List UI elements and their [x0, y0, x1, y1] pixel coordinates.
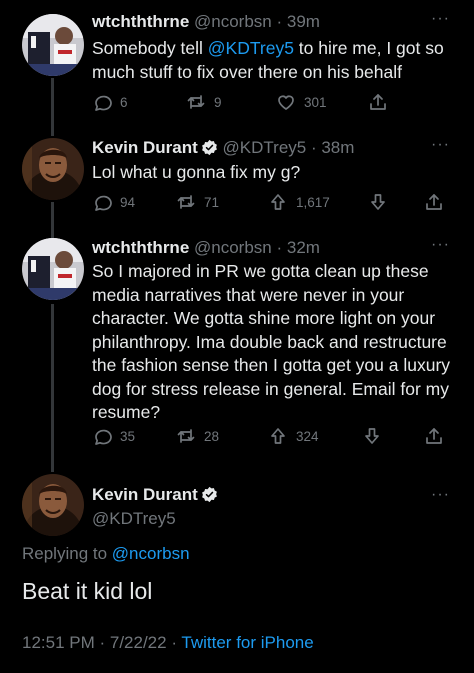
- display-name[interactable]: Kevin Durant: [92, 485, 198, 504]
- tweet-text: Lol what u gonna fix my g?: [92, 162, 301, 182]
- verified-icon: [201, 139, 218, 156]
- avatar-image: [22, 14, 84, 76]
- tweet-text: So I majored in PR we gotta clean up the…: [92, 261, 451, 422]
- like-icon: [278, 95, 294, 110]
- source-link[interactable]: Twitter for iPhone: [181, 633, 313, 652]
- replying-prefix: Replying to: [22, 544, 112, 563]
- retweet-count: 71: [204, 194, 220, 210]
- tweet-actions: 35 28 324: [92, 424, 464, 448]
- retweet-count: 28: [204, 428, 220, 444]
- retweet-button[interactable]: 9: [186, 90, 222, 114]
- thread-line: [51, 78, 54, 136]
- reply-count: 94: [120, 194, 136, 210]
- retweet-icon: [187, 95, 205, 109]
- reply-button[interactable]: 35: [92, 424, 135, 448]
- avatar[interactable]: [22, 474, 84, 536]
- upvote-icon: [271, 428, 285, 444]
- avatar-image: [22, 138, 84, 200]
- downvote-icon: [365, 428, 379, 444]
- share-icon: [426, 194, 442, 210]
- reply-icon: [95, 429, 112, 445]
- tweet-actions: 6 9 301: [92, 90, 464, 114]
- tweet-2[interactable]: Kevin Durant @KDTrey5 · 38m ··· Lol what…: [0, 136, 474, 240]
- upvote-icon: [271, 194, 285, 210]
- timestamp[interactable]: 38m: [321, 138, 354, 157]
- retweet-icon: [177, 429, 195, 443]
- more-icon[interactable]: ···: [431, 236, 450, 254]
- upvote-button[interactable]: 1,617: [268, 190, 330, 214]
- downvote-button[interactable]: [368, 190, 388, 214]
- tweet-actions: 94 71 1,617: [92, 190, 464, 214]
- avatar[interactable]: [22, 138, 84, 200]
- reply-icon: [95, 195, 112, 211]
- handle[interactable]: @ncorbsn: [194, 238, 272, 257]
- reply-icon: [95, 95, 112, 111]
- handle[interactable]: @KDTrey5: [223, 138, 307, 157]
- tweet-header: wtchththrne @ncorbsn · 39m: [92, 10, 460, 34]
- reply-button[interactable]: 6: [92, 90, 128, 114]
- display-name[interactable]: Kevin Durant: [92, 138, 198, 157]
- main-tweet-header: Kevin Durant @KDTrey5: [92, 484, 218, 530]
- main-tweet-text: Beat it kid lol: [22, 578, 153, 604]
- avatar[interactable]: [22, 14, 84, 76]
- timestamp[interactable]: 39m: [287, 12, 320, 31]
- share-icon: [426, 428, 442, 444]
- mention-link[interactable]: @KDTrey5: [208, 38, 294, 58]
- main-tweet: Kevin Durant @KDTrey5 ··· Replying to @n…: [0, 474, 474, 673]
- like-count: 301: [304, 94, 327, 110]
- reply-count: 6: [120, 94, 128, 110]
- share-icon: [370, 94, 386, 110]
- handle[interactable]: @ncorbsn: [194, 12, 272, 31]
- share-button[interactable]: [368, 90, 388, 114]
- avatar-image: [22, 474, 84, 536]
- verified-icon: [201, 486, 218, 503]
- tweet-text: Somebody tell @KDTrey5 to hire me, I got…: [92, 36, 464, 84]
- separator: ·: [271, 238, 287, 257]
- replying-to: Replying to @ncorbsn: [22, 544, 190, 564]
- tweet-1[interactable]: wtchththrne @ncorbsn · 39m ··· Somebody …: [0, 10, 474, 136]
- thread-line: [51, 304, 54, 472]
- display-name-row: Kevin Durant: [92, 484, 218, 506]
- more-icon[interactable]: ···: [431, 136, 450, 154]
- display-name[interactable]: wtchththrne: [92, 238, 189, 257]
- downvote-icon: [371, 194, 385, 210]
- reply-button[interactable]: 94: [92, 190, 135, 214]
- reply-count: 35: [120, 428, 136, 444]
- upvote-button[interactable]: 324: [268, 424, 319, 448]
- like-button[interactable]: 301: [276, 90, 327, 114]
- thread-line: [51, 202, 54, 240]
- more-icon[interactable]: ···: [431, 486, 450, 504]
- tweet-3[interactable]: wtchththrne @ncorbsn · 32m ··· So I majo…: [0, 236, 474, 472]
- share-button[interactable]: [424, 424, 444, 448]
- tweet-header: wtchththrne @ncorbsn · 32m: [92, 236, 460, 260]
- upvote-count: 1,617: [296, 194, 330, 210]
- separator: ·: [271, 12, 287, 31]
- retweet-button[interactable]: 71: [176, 190, 219, 214]
- more-icon[interactable]: ···: [431, 10, 450, 28]
- share-button[interactable]: [424, 190, 444, 214]
- retweet-count: 9: [214, 94, 222, 110]
- timestamp: 12:51 PM · 7/22/22 ·: [22, 633, 182, 652]
- replying-to-link[interactable]: @ncorbsn: [112, 544, 190, 563]
- handle[interactable]: @KDTrey5: [92, 508, 218, 530]
- tweet-meta: 12:51 PM · 7/22/22 · Twitter for iPhone: [22, 633, 314, 653]
- retweet-button[interactable]: 28: [176, 424, 219, 448]
- avatar[interactable]: [22, 238, 84, 300]
- text-segment: Somebody tell: [92, 38, 208, 58]
- retweet-icon: [177, 195, 195, 209]
- avatar-image: [22, 238, 84, 300]
- display-name[interactable]: wtchththrne: [92, 12, 189, 31]
- downvote-button[interactable]: [362, 424, 382, 448]
- separator: ·: [306, 138, 322, 157]
- timestamp[interactable]: 32m: [287, 238, 320, 257]
- tweet-header: Kevin Durant @KDTrey5 · 38m: [92, 136, 460, 160]
- upvote-count: 324: [296, 428, 319, 444]
